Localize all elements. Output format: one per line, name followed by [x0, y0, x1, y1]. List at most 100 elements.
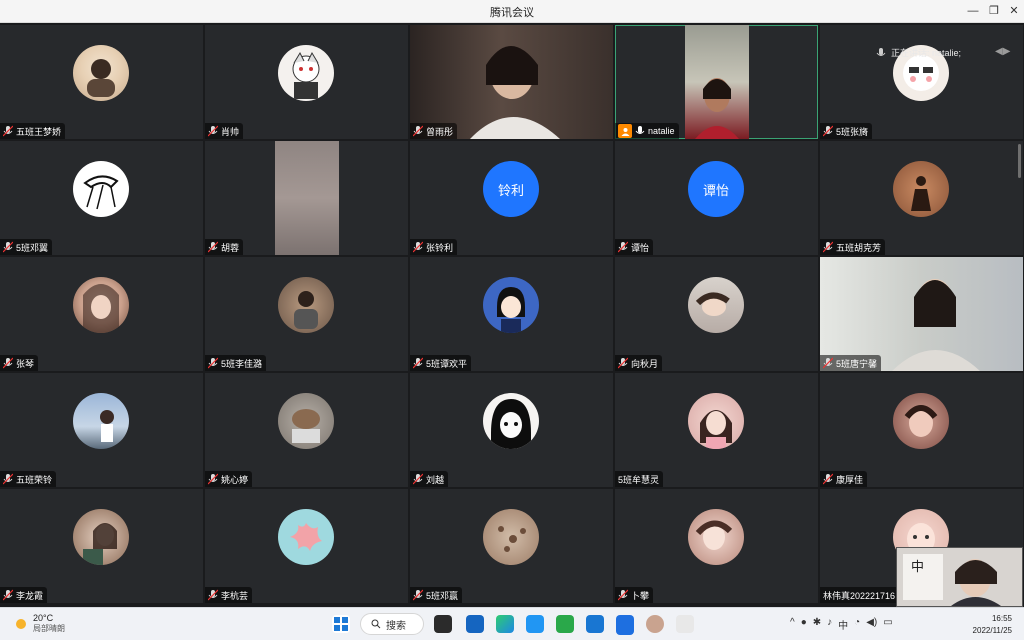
- tray-mic-icon[interactable]: ♪: [827, 617, 832, 632]
- name-label: 5班唐宁馨: [820, 355, 882, 371]
- participant-tile[interactable]: 五班荣铃: [0, 373, 203, 487]
- mic-icon: [208, 357, 218, 369]
- mic-icon: [3, 473, 13, 485]
- participant-tile[interactable]: 5班谭欢平: [410, 257, 613, 371]
- mic-icon: [413, 357, 423, 369]
- participant-avatar: [893, 161, 949, 217]
- name-label: 5班牟慧灵: [615, 471, 664, 487]
- participant-avatar-text: 铃利: [483, 161, 539, 217]
- participant-tile[interactable]: 曾雨彤: [410, 25, 613, 139]
- mic-icon: [3, 589, 13, 601]
- participant-avatar: [278, 277, 334, 333]
- mic-icon: [618, 357, 628, 369]
- wechat-icon[interactable]: [556, 615, 574, 633]
- name-label: 向秋月: [615, 355, 663, 371]
- mic-icon: [413, 125, 423, 137]
- name-label: 张琴: [0, 355, 39, 371]
- participant-avatar: [73, 277, 129, 333]
- name-label: 卜攀: [615, 587, 654, 603]
- host-icon: [618, 124, 632, 138]
- self-view[interactable]: 中: [896, 547, 1023, 607]
- participant-tile[interactable]: 5班李佳潞: [205, 257, 408, 371]
- tray-bluetooth-icon[interactable]: ✱: [813, 617, 821, 632]
- chevron-up-icon[interactable]: ^: [790, 617, 795, 632]
- edge-icon[interactable]: [496, 615, 514, 633]
- participant-tile[interactable]: 康厚佳: [820, 373, 1023, 487]
- taskbar-clock[interactable]: 16:55 2022/11/25: [973, 613, 1012, 637]
- tray-app-icon[interactable]: ●: [801, 617, 807, 632]
- mic-icon: [208, 589, 218, 601]
- app-icon-tool[interactable]: [676, 615, 694, 633]
- participant-tile[interactable]: 5班张旖: [820, 25, 1023, 139]
- participant-tile[interactable]: 肖帅: [205, 25, 408, 139]
- participant-tile[interactable]: 卜攀: [615, 489, 818, 603]
- participant-tile[interactable]: 胡蓉: [205, 141, 408, 255]
- participant-tile[interactable]: 姚心婷: [205, 373, 408, 487]
- tray-volume-icon[interactable]: ◀): [866, 617, 877, 632]
- start-icon[interactable]: [332, 615, 350, 633]
- participant-avatar: [73, 45, 129, 101]
- participant-tile[interactable]: 5班邓翼: [0, 141, 203, 255]
- page-arrows-icon[interactable]: ◀▶: [995, 46, 1010, 57]
- participant-tile[interactable]: 刘越: [410, 373, 613, 487]
- participant-avatar: [73, 161, 129, 217]
- search-icon: [371, 619, 381, 629]
- video-feed: [410, 25, 613, 139]
- name-label: 李杭芸: [205, 587, 253, 603]
- participant-avatar: [278, 45, 334, 101]
- app-icon-avatar[interactable]: [646, 615, 664, 633]
- input-language[interactable]: 中: [838, 617, 848, 632]
- participant-tile[interactable]: 张琴: [0, 257, 203, 371]
- mic-icon: [413, 589, 423, 601]
- name-label: 张铃利: [410, 239, 458, 255]
- mic-icon: [413, 473, 423, 485]
- name-label: 刘越: [410, 471, 449, 487]
- close-button[interactable]: ✕: [1005, 3, 1023, 19]
- name-label: 5班谭欢平: [410, 355, 472, 371]
- tray-wifi-icon[interactable]: ◔: [854, 617, 860, 632]
- weather-widget[interactable]: 20°C 局部晴朗: [14, 613, 65, 634]
- participant-tile[interactable]: 5班牟慧灵: [615, 373, 818, 487]
- name-label: 曾雨彤: [410, 123, 458, 139]
- app-icon-blue[interactable]: [466, 615, 484, 633]
- speaker-mic-icon: [876, 47, 886, 56]
- participant-avatar: [893, 393, 949, 449]
- tencent-meeting-icon[interactable]: [616, 615, 634, 635]
- participant-avatar: [483, 393, 539, 449]
- video-feed: [275, 141, 339, 255]
- participant-avatar-text: 谭怡: [688, 161, 744, 217]
- participant-tile[interactable]: 5班唐宁馨: [820, 257, 1023, 371]
- grid-scrollbar[interactable]: [1018, 144, 1021, 178]
- maximize-button[interactable]: ❐: [985, 3, 1003, 19]
- participant-tile[interactable]: 向秋月: [615, 257, 818, 371]
- participant-avatar: [73, 509, 129, 565]
- mic-icon: [3, 125, 13, 137]
- participant-avatar: [688, 393, 744, 449]
- mic-icon: [618, 589, 628, 601]
- name-label: 康厚佳: [820, 471, 868, 487]
- tray-battery-icon[interactable]: ▭: [883, 617, 892, 632]
- minimize-button[interactable]: —: [964, 3, 982, 19]
- mic-icon: [3, 241, 13, 253]
- participant-tile[interactable]: 铃利 张铃利: [410, 141, 613, 255]
- participant-tile[interactable]: 李杭芸: [205, 489, 408, 603]
- participant-tile[interactable]: 李龙霞: [0, 489, 203, 603]
- weather-sun-icon: [16, 618, 26, 629]
- participant-avatar: [483, 509, 539, 565]
- participant-tile[interactable]: 5班邓赢: [410, 489, 613, 603]
- participant-tile[interactable]: 谭怡 谭怡: [615, 141, 818, 255]
- participant-tile[interactable]: 五班胡克芳: [820, 141, 1023, 255]
- app-icon-shield[interactable]: [586, 615, 604, 633]
- name-label: 五班胡克芳: [820, 239, 886, 255]
- participant-tile-active-speaker[interactable]: natalie: [615, 25, 818, 139]
- participant-tile[interactable]: 五班王梦娇: [0, 25, 203, 139]
- name-label: 肖帅: [205, 123, 244, 139]
- mic-icon: [208, 125, 218, 137]
- participant-avatar: [688, 509, 744, 565]
- speaking-indicator: 正在讲话: natalie;: [876, 46, 961, 59]
- mic-icon: [823, 241, 833, 253]
- browser-icon[interactable]: [526, 615, 544, 633]
- participant-avatar: [278, 509, 334, 565]
- taskbar-search[interactable]: 搜索: [360, 613, 424, 635]
- task-view-icon[interactable]: [434, 615, 452, 633]
